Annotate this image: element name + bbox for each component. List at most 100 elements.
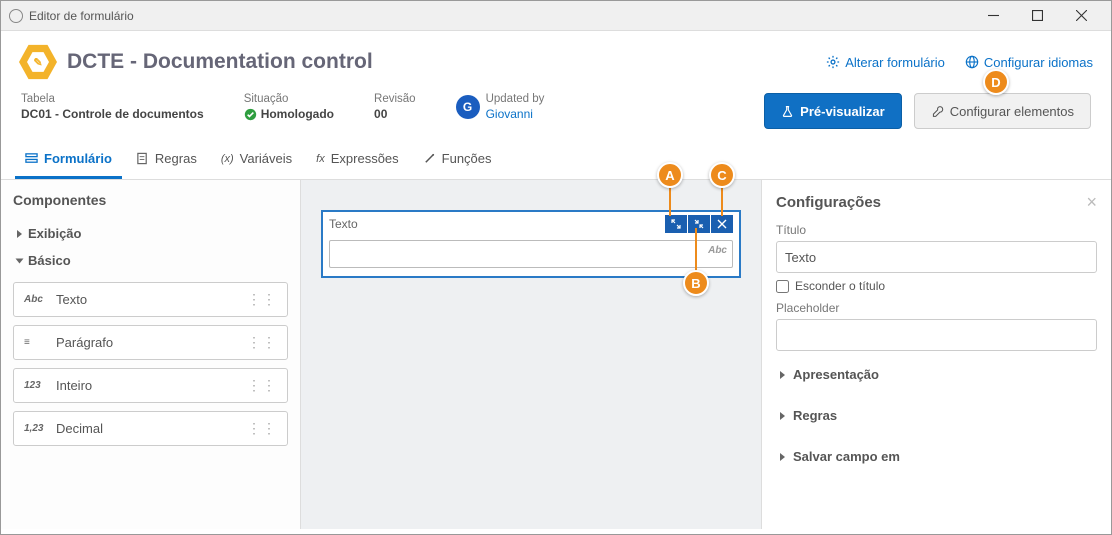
- number-icon: 123: [24, 380, 48, 391]
- expand-button[interactable]: [665, 215, 687, 233]
- form-canvas[interactable]: Texto Abc A C B: [301, 180, 761, 529]
- link-configure-languages[interactable]: Configurar idiomas: [965, 55, 1093, 70]
- caret-right-icon: [780, 412, 785, 420]
- annotation-c-line: [721, 186, 723, 216]
- window-title: Editor de formulário: [29, 9, 134, 23]
- tab-vars-label: Variáveis: [240, 151, 293, 166]
- expand-icon: [671, 219, 681, 229]
- globe-icon: [965, 55, 979, 69]
- body: Componentes Exibição Básico Abc Texto ⋮⋮…: [1, 180, 1111, 529]
- accordion-presentation-label: Apresentação: [793, 367, 879, 382]
- accordion-save-field[interactable]: Salvar campo em: [776, 439, 1097, 474]
- title-field-label: Título: [776, 223, 1097, 237]
- component-text-label: Texto: [56, 292, 87, 307]
- minimize-button[interactable]: [971, 1, 1015, 31]
- check-badge-icon: [244, 108, 257, 121]
- accordion-save-label: Salvar campo em: [793, 449, 900, 464]
- configure-elements-button[interactable]: Configurar elementos: [914, 93, 1091, 129]
- group-basic[interactable]: Básico: [13, 247, 288, 274]
- component-text[interactable]: Abc Texto ⋮⋮: [13, 282, 288, 317]
- variable-icon: (x): [221, 153, 234, 165]
- close-window-button[interactable]: [1059, 1, 1103, 31]
- drag-handle-icon[interactable]: ⋮⋮: [247, 334, 277, 351]
- component-integer-label: Inteiro: [56, 378, 92, 393]
- sidebar-heading: Componentes: [13, 192, 288, 208]
- close-panel-button[interactable]: ×: [1086, 192, 1097, 213]
- tab-rules-label: Regras: [155, 151, 197, 166]
- caret-right-icon: [780, 371, 785, 379]
- annotation-a-line: [669, 186, 671, 216]
- drag-handle-icon[interactable]: ⋮⋮: [247, 420, 277, 437]
- caret-right-icon: [17, 230, 22, 238]
- annotation-b-line: [695, 228, 697, 272]
- tab-func-label: Funções: [442, 151, 492, 166]
- tab-rules[interactable]: Regras: [126, 143, 207, 179]
- block-text-input[interactable]: [329, 240, 733, 268]
- group-display-label: Exibição: [28, 226, 81, 241]
- hide-title-label: Esconder o título: [795, 279, 885, 293]
- rules-icon: [136, 152, 149, 165]
- accordion-rules[interactable]: Regras: [776, 398, 1097, 433]
- group-basic-label: Básico: [28, 253, 71, 268]
- annotation-d: D: [983, 69, 1009, 95]
- component-decimal[interactable]: 1,23 Decimal ⋮⋮: [13, 411, 288, 446]
- abc-inline-icon: Abc: [708, 245, 727, 256]
- annotation-c: C: [709, 162, 735, 188]
- drag-handle-icon[interactable]: ⋮⋮: [247, 291, 277, 308]
- settings-panel: Configurações × Título Esconder o título…: [761, 180, 1111, 529]
- meta-row: Tabela DC01 - Controle de documentos Sit…: [1, 89, 1111, 143]
- annotation-b: B: [683, 270, 709, 296]
- block-label: Texto: [329, 217, 358, 231]
- fx-icon: fx: [316, 153, 325, 165]
- placeholder-input[interactable]: [776, 319, 1097, 351]
- component-decimal-label: Decimal: [56, 421, 103, 436]
- hide-title-checkbox[interactable]: [776, 280, 789, 293]
- meta-table-label: Tabela: [21, 93, 204, 105]
- meta-updated-label: Updated by: [486, 93, 545, 105]
- preview-button[interactable]: Pré-visualizar: [764, 93, 902, 129]
- maximize-button[interactable]: [1015, 1, 1059, 31]
- meta-rev-label: Revisão: [374, 93, 416, 105]
- caret-right-icon: [780, 453, 785, 461]
- accordion-presentation[interactable]: Apresentação: [776, 357, 1097, 392]
- caret-down-icon: [16, 258, 24, 263]
- meta-updated-by: G Updated by Giovanni: [456, 93, 545, 121]
- preview-button-label: Pré-visualizar: [800, 104, 885, 119]
- selected-component-block[interactable]: Texto Abc: [321, 210, 741, 278]
- decimal-icon: 1,23: [24, 423, 48, 434]
- abc-icon: Abc: [24, 294, 48, 305]
- title-input[interactable]: [776, 241, 1097, 273]
- meta-table-value: DC01 - Controle de documentos: [21, 107, 204, 121]
- close-icon: [717, 219, 727, 229]
- meta-updated-user[interactable]: Giovanni: [486, 107, 545, 121]
- accordion-rules-label: Regras: [793, 408, 837, 423]
- meta-status-value: Homologado: [244, 107, 334, 121]
- tab-form-label: Formulário: [44, 151, 112, 166]
- component-integer[interactable]: 123 Inteiro ⋮⋮: [13, 368, 288, 403]
- gear-icon: [826, 55, 840, 69]
- wand-icon: [423, 152, 436, 165]
- collapse-button[interactable]: [688, 215, 710, 233]
- paragraph-icon: ≡: [24, 337, 48, 348]
- drag-handle-icon[interactable]: ⋮⋮: [247, 377, 277, 394]
- tabs: Formulário Regras (x) Variáveis fx Expre…: [1, 143, 1111, 180]
- meta-status: Situação Homologado: [244, 93, 334, 121]
- remove-button[interactable]: [711, 215, 733, 233]
- components-sidebar: Componentes Exibição Básico Abc Texto ⋮⋮…: [1, 180, 301, 529]
- link-langs-label: Configurar idiomas: [984, 55, 1093, 70]
- meta-status-label: Situação: [244, 93, 334, 105]
- annotation-a: A: [657, 162, 683, 188]
- page-header: ✎ DCTE - Documentation control Alterar f…: [1, 31, 1111, 89]
- group-display[interactable]: Exibição: [13, 220, 288, 247]
- settings-heading: Configurações: [776, 194, 881, 211]
- link-change-form[interactable]: Alterar formulário: [826, 55, 945, 70]
- tab-functions[interactable]: Funções: [413, 143, 502, 179]
- meta-revision: Revisão 00: [374, 93, 416, 121]
- tab-form[interactable]: Formulário: [15, 143, 122, 179]
- tab-variables[interactable]: (x) Variáveis: [211, 143, 302, 179]
- tab-expressions[interactable]: fx Expressões: [306, 143, 408, 179]
- component-paragraph[interactable]: ≡ Parágrafo ⋮⋮: [13, 325, 288, 360]
- meta-rev-value: 00: [374, 107, 416, 121]
- tab-expr-label: Expressões: [331, 151, 399, 166]
- wrench-icon: [931, 105, 944, 118]
